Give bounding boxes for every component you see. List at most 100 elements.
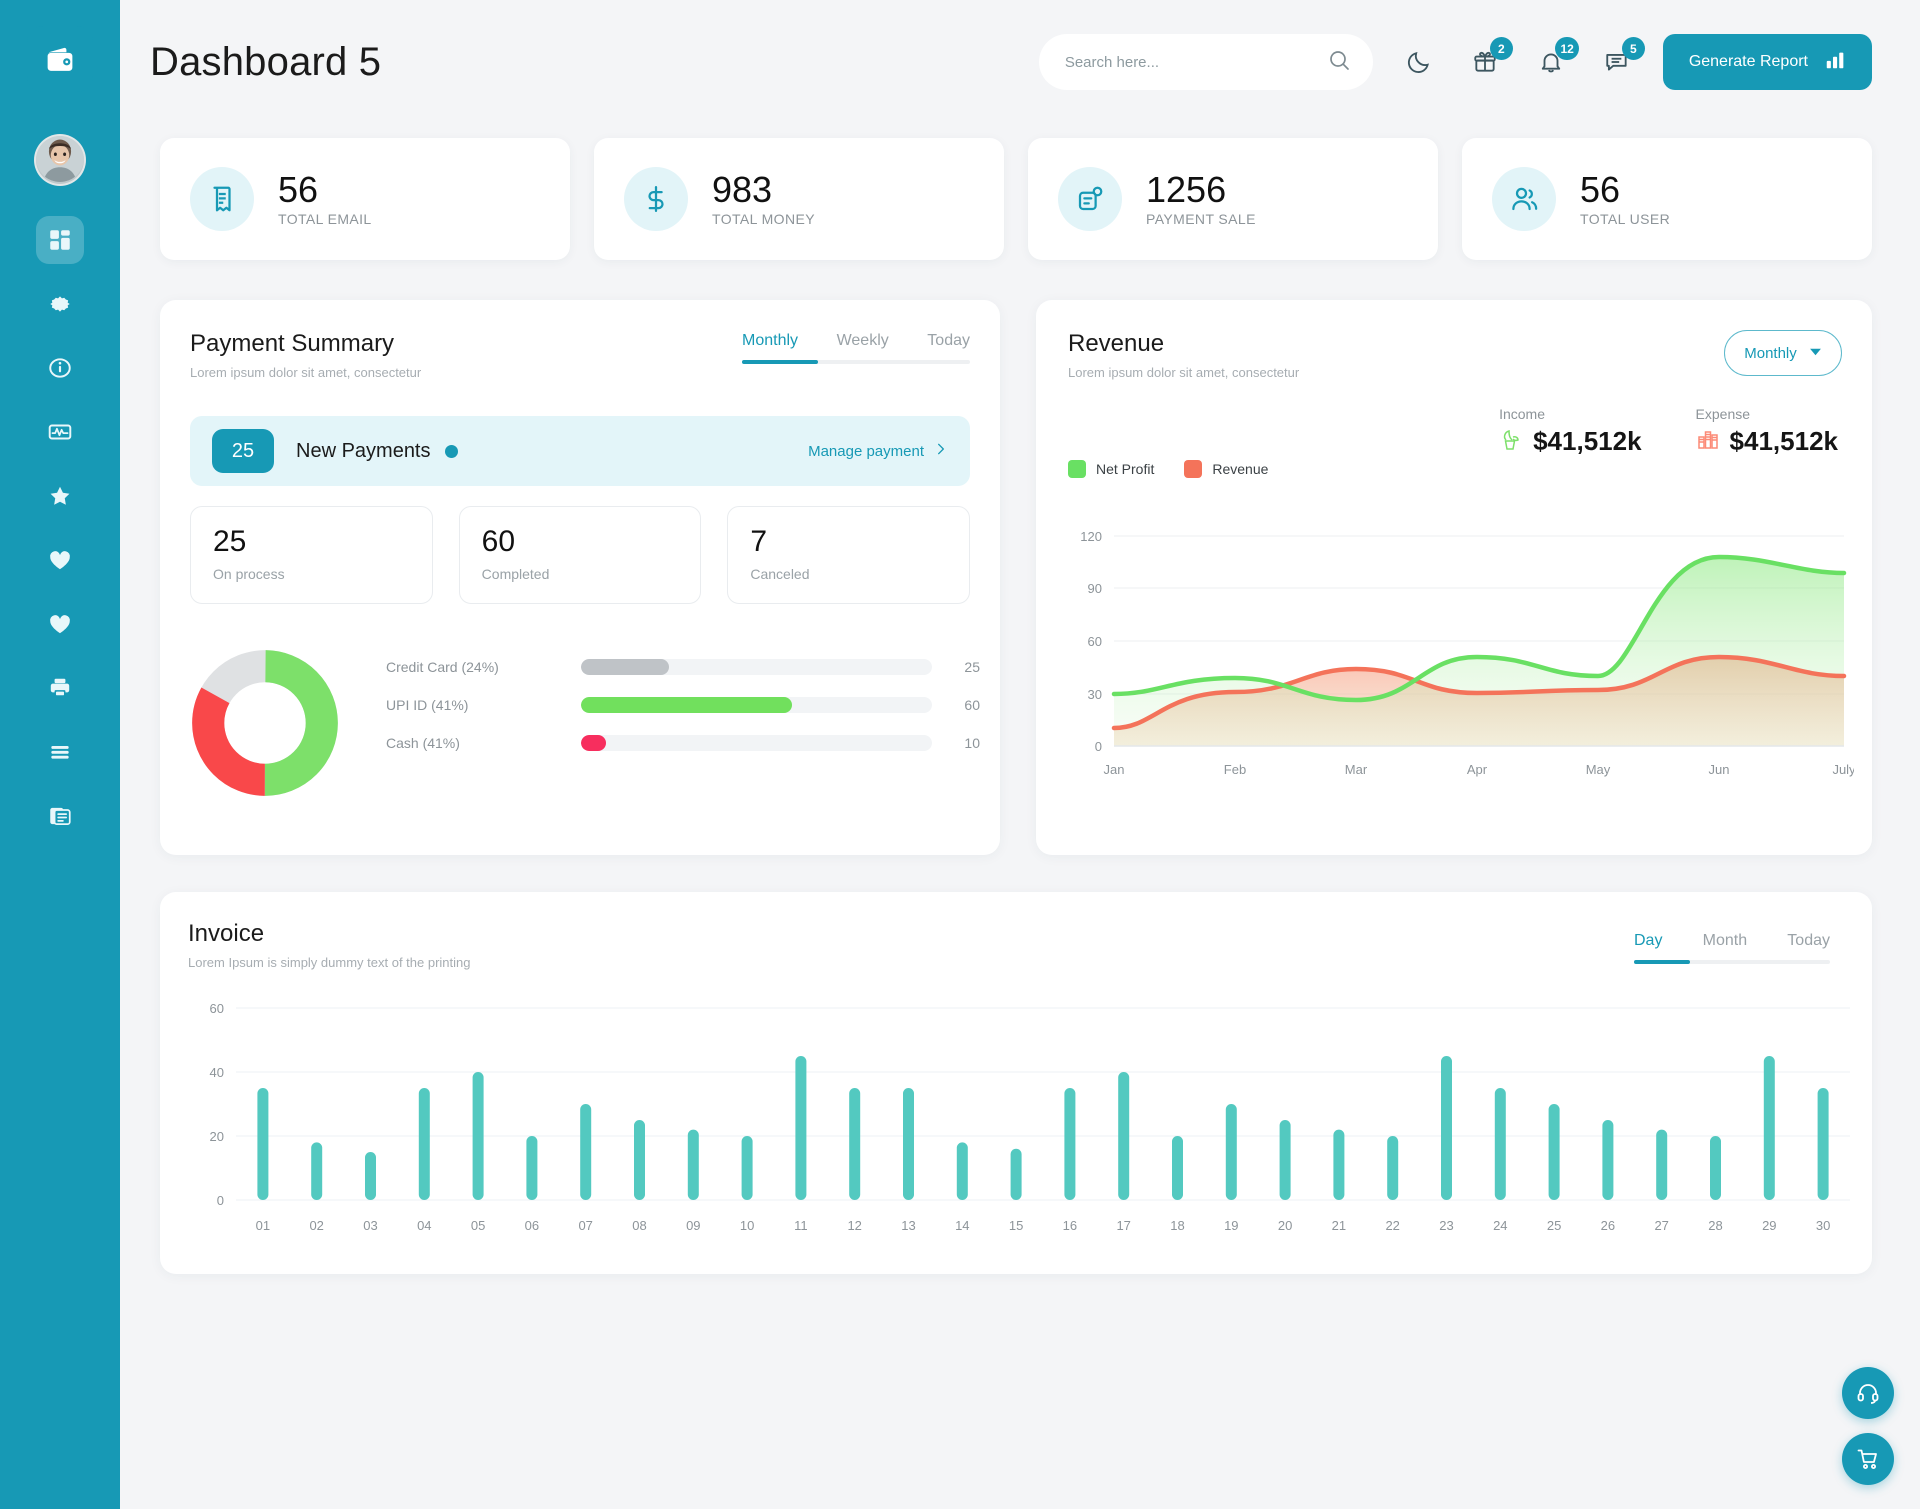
stat-card-total-money[interactable]: 983 TOTAL MONEY xyxy=(594,138,1004,260)
mini-stat-on-process[interactable]: 25 On process xyxy=(190,506,433,604)
revenue-area-chart: 120 90 60 30 0 Jan Feb Mar Apr May Jun J… xyxy=(1080,529,1854,777)
stat-value: 983 xyxy=(712,168,773,210)
payment-mini-stats: 25 On process 60 Completed 7 Canceled xyxy=(190,506,971,604)
invoice-x-label: 27 xyxy=(1654,1218,1668,1233)
receipt-icon xyxy=(190,167,254,231)
invoice-bar xyxy=(849,1088,861,1200)
payment-method-list: Credit Card (24%) 25 UPI ID (41%) 60 Cas… xyxy=(386,648,980,762)
sidebar-item-likes[interactable] xyxy=(36,536,84,584)
sidebar-item-info[interactable] xyxy=(36,344,84,392)
invoice-x-label: 22 xyxy=(1385,1218,1399,1233)
kpi-label: Expense xyxy=(1695,406,1751,422)
invoice-bar-chart: 60 40 20 0 01 02 03 04 05 06 07 08 09 10 11 12 13 14 1… xyxy=(210,1001,1850,1233)
legend-swatch xyxy=(1068,460,1086,478)
money-plant-icon xyxy=(1499,425,1523,458)
cart-icon[interactable] xyxy=(1842,1433,1894,1485)
kpi-value-row: $41,512k xyxy=(1499,425,1642,458)
invoice-bar xyxy=(257,1088,269,1200)
tabs-underline xyxy=(1634,960,1830,964)
method-bar-track xyxy=(581,735,932,751)
invoice-x-label: 06 xyxy=(525,1218,539,1233)
sidebar-item-print[interactable] xyxy=(36,664,84,712)
svg-text:July: July xyxy=(1832,762,1854,777)
invoice-x-labels: 01 02 03 04 05 06 07 08 09 10 11 12 13 14 15 16 17 18 19 20… xyxy=(256,1218,1831,1233)
invoice-x-label: 13 xyxy=(901,1218,915,1233)
invoice-x-label: 14 xyxy=(955,1218,969,1233)
chat-badge: 5 xyxy=(1621,37,1645,60)
stat-card-payment-sale[interactable]: 1256 PAYMENT SALE xyxy=(1028,138,1438,260)
generate-report-label: Generate Report xyxy=(1688,53,1808,70)
list-item: Cash (41%) 10 xyxy=(386,724,980,762)
invoice-bar xyxy=(795,1056,807,1200)
mini-stat-completed[interactable]: 60 Completed xyxy=(458,506,702,604)
legend-revenue: Revenue xyxy=(1184,460,1268,478)
sidebar-item-wishlist[interactable] xyxy=(36,600,84,648)
floating-actions xyxy=(1842,1367,1894,1485)
sidebar-item-menu[interactable] xyxy=(36,728,84,776)
avatar[interactable] xyxy=(34,134,86,186)
invoice-icon xyxy=(1058,167,1122,231)
invoice-x-label: 23 xyxy=(1439,1218,1453,1233)
gift-icon[interactable]: 2 xyxy=(1465,37,1513,82)
sidebar-item-settings[interactable] xyxy=(36,280,84,328)
mini-stat-value: 25 xyxy=(213,525,247,558)
manage-payment-label: Manage payment xyxy=(808,442,924,460)
net-profit-area xyxy=(1114,557,1844,746)
search-input[interactable] xyxy=(1064,53,1327,71)
stat-label: TOTAL USER xyxy=(1580,211,1671,228)
sidebar-item-dashboard[interactable] xyxy=(36,216,84,264)
invoice-x-label: 18 xyxy=(1170,1218,1184,1233)
legend-net-profit: Net Profit xyxy=(1068,460,1154,478)
support-icon[interactable] xyxy=(1842,1367,1894,1419)
mini-stat-canceled[interactable]: 7 Canceled xyxy=(727,506,971,604)
svg-text:May: May xyxy=(1586,762,1611,777)
dollar-icon xyxy=(624,167,688,231)
invoice-x-label: 04 xyxy=(417,1218,431,1233)
status-dot xyxy=(444,444,458,458)
stat-card-total-user[interactable]: 56 TOTAL USER xyxy=(1462,138,1872,260)
chat-icon[interactable]: 5 xyxy=(1597,37,1645,82)
new-payments-banner[interactable]: 25 New Payments Manage payment xyxy=(190,416,970,486)
search-icon[interactable] xyxy=(1327,48,1351,77)
coins-icon xyxy=(1696,425,1720,458)
stat-label: PAYMENT SALE xyxy=(1146,211,1256,228)
dashboard-page: Dashboard 5 Search here... 2 12 5 Genera… xyxy=(0,0,1920,1509)
invoice-x-label: 30 xyxy=(1816,1218,1830,1233)
bell-icon[interactable]: 12 xyxy=(1531,37,1579,82)
mini-stat-label: Canceled xyxy=(750,566,810,582)
invoice-x-label: 10 xyxy=(740,1218,754,1233)
sidebar-item-favorites[interactable] xyxy=(36,472,84,520)
mini-stat-label: Completed xyxy=(481,566,550,582)
legend-label: Revenue xyxy=(1212,461,1269,477)
invoice-bar xyxy=(687,1129,699,1200)
bar-chart-icon xyxy=(1824,49,1846,76)
generate-report-button[interactable]: Generate Report xyxy=(1662,34,1872,90)
stat-card-total-email[interactable]: 56 TOTAL EMAIL xyxy=(160,138,570,260)
sidebar-item-activity[interactable] xyxy=(36,408,84,456)
stat-value: 56 xyxy=(1580,168,1621,210)
invoice-bar xyxy=(1763,1056,1775,1200)
payment-donut-chart xyxy=(192,650,338,796)
method-bar-track xyxy=(581,697,932,713)
svg-text:Jan: Jan xyxy=(1104,762,1125,777)
revenue-period-dropdown[interactable]: Monthly xyxy=(1724,330,1842,376)
gift-badge: 2 xyxy=(1489,37,1513,60)
payment-summary-tabs: Monthly Weekly Today xyxy=(742,332,970,364)
manage-payment-link[interactable]: Manage payment xyxy=(808,442,948,460)
method-label: UPI ID (41%) xyxy=(386,697,469,713)
svg-text:Apr: Apr xyxy=(1467,762,1488,777)
top-header: Dashboard 5 Search here... 2 12 5 Genera… xyxy=(120,0,1920,124)
legend-label: Net Profit xyxy=(1096,461,1155,477)
invoice-bar xyxy=(1602,1120,1614,1200)
wallet-icon[interactable] xyxy=(27,26,93,92)
sidebar-item-documents[interactable] xyxy=(36,792,84,840)
moon-icon[interactable] xyxy=(1399,42,1439,82)
invoice-bar xyxy=(1010,1148,1022,1200)
search-box[interactable] xyxy=(1038,34,1373,90)
svg-text:60: 60 xyxy=(1088,634,1102,649)
svg-text:30: 30 xyxy=(1088,687,1102,702)
invoice-bar xyxy=(1548,1104,1560,1200)
stat-value: 56 xyxy=(278,168,319,210)
svg-text:120: 120 xyxy=(1080,529,1102,544)
kpi-label: Income xyxy=(1499,406,1546,422)
